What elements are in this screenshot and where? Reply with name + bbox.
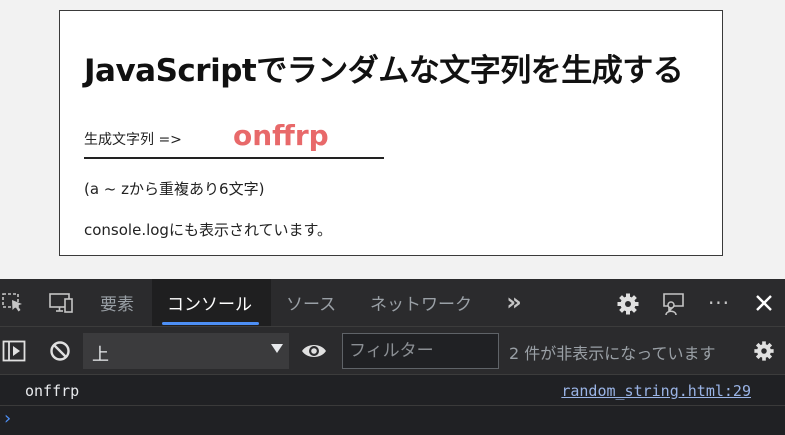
console-message-row: onffrp random_string.html:29 xyxy=(0,375,785,406)
context-selector[interactable]: 上 xyxy=(83,333,289,369)
chevron-down-icon xyxy=(271,344,283,353)
live-expression-icon[interactable] xyxy=(300,339,328,363)
source-link[interactable]: random_string.html:29 xyxy=(561,382,751,400)
sidebar-toggle-icon[interactable] xyxy=(1,339,27,363)
prompt-caret-icon: › xyxy=(4,408,12,429)
more-options-icon[interactable]: ··· xyxy=(704,289,734,317)
feedback-icon[interactable] xyxy=(660,290,688,318)
devtools-tab-bar: 要素 コンソール ソース ネットワーク » ··· xyxy=(0,279,785,327)
result-label: 生成文字列 => xyxy=(84,132,182,148)
close-icon[interactable] xyxy=(752,291,776,315)
console-prompt[interactable]: › xyxy=(0,406,785,435)
filter-input[interactable] xyxy=(342,333,499,369)
range-note: (a ~ zから重複あり6文字) xyxy=(84,180,265,198)
device-toolbar-icon[interactable] xyxy=(47,291,75,315)
devtools-panel: 要素 コンソール ソース ネットワーク » ··· 上 フィルター 2 件が非表… xyxy=(0,279,785,435)
tab-sources[interactable]: ソース xyxy=(277,279,345,326)
console-message: onffrp xyxy=(25,382,80,400)
inspect-element-icon[interactable] xyxy=(0,291,26,315)
generated-string: onffrp xyxy=(233,119,329,152)
result-row: 生成文字列 => onffrp xyxy=(84,117,384,159)
tab-console[interactable]: コンソール xyxy=(152,279,271,326)
page-title: JavaScriptでランダムな文字列を生成する xyxy=(84,53,684,89)
context-value: 上 xyxy=(92,345,109,365)
content-card: JavaScriptでランダムな文字列を生成する 生成文字列 => onffrp… xyxy=(59,10,723,256)
console-settings-icon[interactable] xyxy=(752,339,776,363)
tab-network[interactable]: ネットワーク xyxy=(360,279,482,326)
clear-console-icon[interactable] xyxy=(48,339,72,363)
more-tabs-icon[interactable]: » xyxy=(500,287,528,317)
settings-icon[interactable] xyxy=(615,291,641,317)
console-note: console.logにも表示されています。 xyxy=(84,221,333,239)
hidden-messages-count[interactable]: 2 件が非表示になっています xyxy=(509,340,715,364)
tab-elements[interactable]: 要素 xyxy=(91,279,143,326)
web-page: JavaScriptでランダムな文字列を生成する 生成文字列 => onffrp… xyxy=(0,0,785,279)
console-toolbar: 上 2 件が非表示になっています xyxy=(0,327,785,375)
